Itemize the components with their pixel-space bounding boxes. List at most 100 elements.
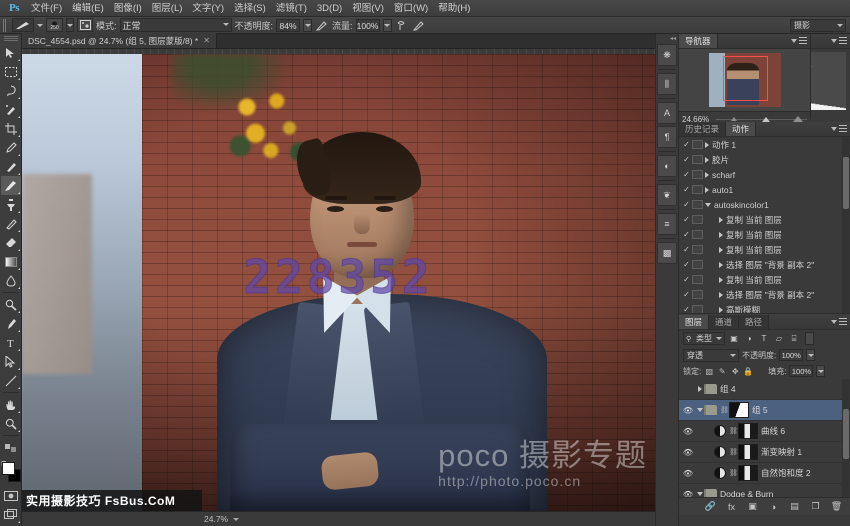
link-icon[interactable]: ⛓ — [729, 469, 736, 477]
eye-icon[interactable]: 👁 — [681, 448, 695, 457]
tool-shape[interactable] — [1, 371, 21, 390]
brush-panel-toggle[interactable] — [77, 18, 93, 32]
tool-history-brush[interactable] — [1, 214, 21, 233]
action-row[interactable]: ✓选择 图层 "背景 副本 2" — [679, 287, 850, 302]
action-row[interactable]: ✓动作 1 — [679, 137, 850, 152]
action-dialog-toggle[interactable] — [692, 215, 703, 224]
tool-quick-selection[interactable] — [1, 100, 21, 119]
brush-size-stepper[interactable] — [66, 18, 74, 32]
eye-icon[interactable]: 👁 — [681, 406, 695, 415]
opacity-input[interactable]: 84% — [276, 19, 300, 32]
filter-pixel-icon[interactable]: ▣ — [728, 332, 740, 345]
options-bar-grip[interactable] — [3, 19, 7, 32]
lock-position-icon[interactable]: ✥ — [730, 366, 740, 377]
action-dialog-toggle[interactable] — [692, 200, 703, 209]
color-swatches[interactable]: ⬒ — [0, 460, 22, 486]
chevron-right-icon[interactable] — [719, 217, 723, 223]
layer-row[interactable]: 组 4 — [679, 379, 850, 400]
brush-size-thumbnail[interactable]: 250 — [46, 18, 63, 32]
action-row[interactable]: ✓autoskincolor1 — [679, 197, 850, 212]
tool-eyedropper[interactable] — [1, 138, 21, 157]
layer-list[interactable]: 组 4👁⛓组 5👁⛓曲线 6👁⛓渐变映射 1👁⛓自然饱和度 2👁Dodge & … — [679, 379, 850, 497]
layer-row[interactable]: 👁⛓自然饱和度 2 — [679, 463, 850, 484]
eye-icon[interactable]: 👁 — [681, 490, 695, 498]
action-toggle-icon[interactable]: ✓ — [681, 215, 692, 224]
layer-mask-thumbnail[interactable] — [738, 444, 758, 460]
foreground-color-swatch[interactable] — [2, 462, 15, 475]
chevron-right-icon[interactable] — [719, 307, 723, 313]
pressure-opacity-toggle[interactable] — [315, 18, 329, 32]
layer-row[interactable]: 👁⛓曲线 6 — [679, 421, 850, 442]
filter-smart-icon[interactable]: ⌸ — [788, 332, 800, 345]
chevron-down-icon[interactable] — [697, 492, 703, 496]
panel-menu-icon[interactable] — [839, 37, 847, 44]
layer-opacity-input[interactable]: 100% — [779, 349, 803, 361]
chevron-right-icon[interactable] — [719, 277, 723, 283]
chevron-right-icon[interactable] — [719, 232, 723, 238]
character-icon[interactable]: A — [657, 102, 677, 124]
eye-icon[interactable]: 👁 — [681, 469, 695, 478]
new-layer-icon[interactable]: ❐ — [810, 501, 821, 512]
menu-layer[interactable]: 图层(L) — [147, 1, 188, 16]
tool-blur[interactable] — [1, 271, 21, 290]
tool-eraser[interactable] — [1, 233, 21, 252]
chevron-right-icon[interactable] — [698, 386, 702, 392]
menu-type[interactable]: 文字(Y) — [187, 1, 229, 16]
action-dialog-toggle[interactable] — [692, 305, 703, 313]
mini-bridge-icon[interactable]: ❋ — [657, 44, 677, 66]
brush-preset-caret-icon[interactable] — [37, 24, 43, 27]
chevron-down-icon[interactable] — [831, 320, 837, 324]
action-toggle-icon[interactable]: ✓ — [681, 185, 692, 194]
tool-healing-brush[interactable] — [1, 157, 21, 176]
tool-crop[interactable] — [1, 119, 21, 138]
tool-dodge[interactable] — [1, 295, 21, 314]
tool-zoom[interactable] — [1, 414, 21, 433]
lock-image-icon[interactable]: ✎ — [717, 366, 727, 377]
flow-input[interactable]: 100% — [356, 19, 380, 32]
filter-type-icon[interactable]: T — [758, 332, 770, 345]
chevron-down-icon[interactable] — [831, 39, 837, 43]
action-row[interactable]: ✓高斯模糊 — [679, 302, 850, 313]
action-dialog-toggle[interactable] — [692, 230, 703, 239]
paragraph-icon[interactable]: ¶ — [657, 126, 677, 148]
styles-icon[interactable]: ▩ — [657, 242, 677, 264]
action-dialog-toggle[interactable] — [692, 290, 703, 299]
action-toggle-icon[interactable]: ✓ — [681, 155, 692, 164]
action-row[interactable]: ✓scharf — [679, 167, 850, 182]
brush-preset-picker[interactable] — [12, 18, 34, 32]
navigator-view-box[interactable] — [723, 56, 768, 100]
layer-mask-thumbnail[interactable] — [738, 423, 758, 439]
action-row[interactable]: ✓复制 当前 图层 — [679, 227, 850, 242]
eye-icon[interactable]: 👁 — [681, 427, 695, 436]
action-toggle-icon[interactable]: ✓ — [681, 170, 692, 179]
navigator-preview[interactable] — [679, 49, 810, 111]
action-toggle-icon[interactable]: ✓ — [681, 290, 692, 299]
menu-image[interactable]: 图像(I) — [109, 1, 147, 16]
layer-fill-stepper[interactable] — [816, 365, 825, 377]
status-zoom-value[interactable]: 24.7% — [204, 514, 228, 524]
tab-channels[interactable]: 通道 — [709, 315, 739, 329]
status-menu-caret-icon[interactable] — [233, 518, 239, 521]
adjustments-icon[interactable]: ⫼ — [657, 73, 677, 95]
lock-all-icon[interactable]: 🔒 — [743, 366, 753, 377]
layer-mask-thumbnail[interactable] — [738, 465, 758, 481]
layer-expand-toggle[interactable] — [695, 386, 704, 392]
tab-navigator[interactable]: 导航器 — [679, 34, 718, 48]
blend-mode-select[interactable]: 正常 — [120, 18, 232, 32]
chevron-right-icon[interactable] — [719, 247, 723, 253]
tool-path-selection[interactable] — [1, 352, 21, 371]
layer-opacity-stepper[interactable] — [806, 349, 815, 361]
chevron-right-icon[interactable] — [705, 187, 709, 193]
actions-list[interactable]: ✓动作 1✓胶片✓scharf✓auto1✓autoskincolor1✓复制 … — [679, 137, 850, 313]
action-toggle-icon[interactable]: ✓ — [681, 275, 692, 284]
brush-panel-icon[interactable]: ≡ — [657, 213, 677, 235]
action-row[interactable]: ✓复制 当前 图层 — [679, 242, 850, 257]
layer-row[interactable]: 👁⛓组 5 — [679, 400, 850, 421]
chevron-right-icon[interactable] — [705, 142, 709, 148]
color-icon[interactable]: ◐ — [657, 155, 677, 177]
zoom-slider-thumb[interactable] — [762, 117, 770, 122]
layers-scrollbar[interactable] — [842, 379, 850, 497]
action-toggle-icon[interactable]: ✓ — [681, 200, 692, 209]
brush-presets-icon[interactable]: ❦ — [657, 184, 677, 206]
document-image[interactable]: 228352 poco 摄影专题 http://photo.poco.cn — [22, 54, 655, 511]
